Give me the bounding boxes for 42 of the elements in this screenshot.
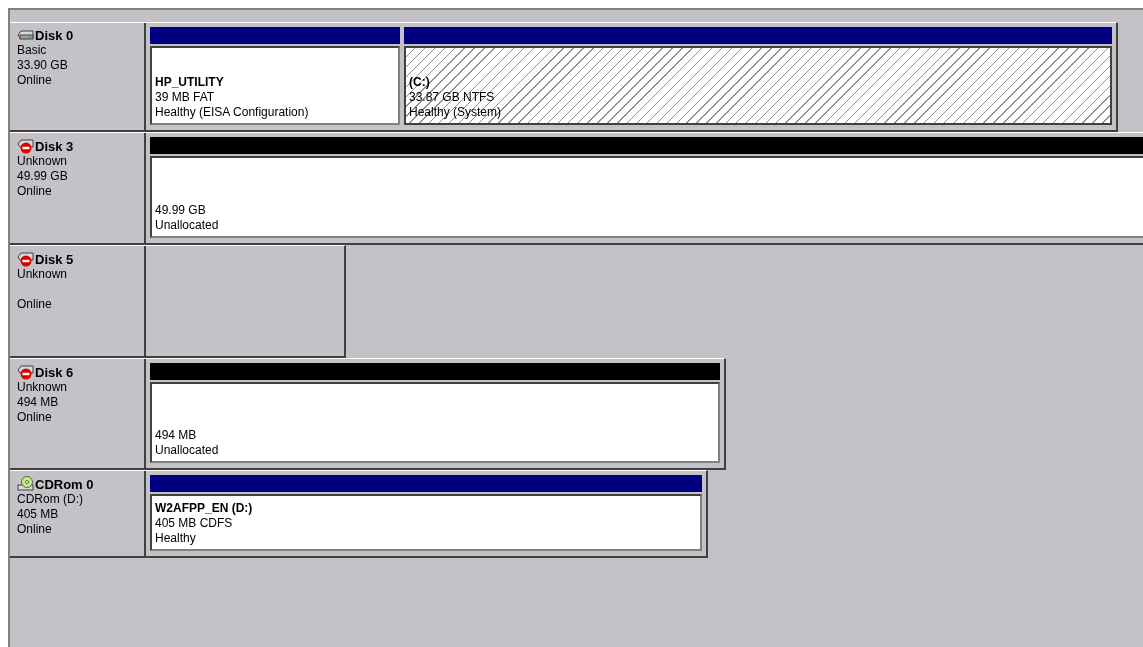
disk-size: 49.99 GB bbox=[17, 169, 69, 184]
disk-status: Online bbox=[17, 410, 53, 425]
cdrom-icon bbox=[17, 476, 35, 492]
disk-status: Online bbox=[17, 522, 53, 537]
partition-status: Unallocated bbox=[155, 218, 219, 233]
partition-box[interactable]: HP_UTILITY 39 MB FAT Healthy (EISA Configuration) bbox=[150, 46, 400, 125]
partition-size: 39 MB FAT bbox=[155, 90, 215, 105]
disk-name: Disk 3 bbox=[35, 138, 74, 154]
disk-stop-icon bbox=[17, 138, 35, 154]
partition-box[interactable]: W2AFPP_EN (D:) 405 MB CDFS Healthy bbox=[150, 494, 702, 551]
disk-name: Disk 5 bbox=[35, 251, 74, 267]
partition-box[interactable]: (C:) 33.87 GB NTFS Healthy (System) bbox=[404, 46, 1112, 125]
partition-size: 494 MB bbox=[155, 428, 197, 443]
disk-name: Disk 0 bbox=[35, 28, 74, 43]
disk-size: 33.90 GB bbox=[17, 58, 69, 73]
disk-type: Basic bbox=[17, 43, 48, 58]
disk-type: Unknown bbox=[17, 380, 69, 395]
volume-name: HP_UTILITY bbox=[155, 75, 224, 90]
partition-status: Healthy bbox=[155, 531, 196, 546]
disk-icon bbox=[17, 28, 35, 43]
disk-type: Unknown bbox=[17, 154, 69, 169]
disk-type: CDRom (D:) bbox=[17, 492, 84, 507]
partition-size: 33.87 GB NTFS bbox=[409, 90, 495, 105]
disk-status: Online bbox=[17, 184, 53, 199]
partition-size: 49.99 GB bbox=[155, 203, 206, 218]
partition-status: Unallocated bbox=[155, 443, 219, 458]
disk-type: Unknown bbox=[17, 267, 69, 282]
partition-box[interactable]: 49.99 GB Unallocated bbox=[150, 156, 1143, 238]
disk-name: Disk 6 bbox=[35, 364, 74, 380]
disk-size: 405 MB bbox=[17, 507, 60, 522]
partition-status: Healthy (System) bbox=[409, 105, 502, 120]
disk-status: Online bbox=[17, 297, 53, 312]
disk-stop-icon bbox=[17, 364, 35, 380]
volume-name: W2AFPP_EN (D:) bbox=[155, 501, 253, 516]
disk-status: Online bbox=[17, 73, 53, 88]
partition-box[interactable]: 494 MB Unallocated bbox=[150, 382, 720, 463]
partition-status: Healthy (EISA Configuration) bbox=[155, 105, 309, 120]
disk-size: 494 MB bbox=[17, 395, 60, 410]
volume-name: (C:) bbox=[409, 75, 430, 90]
partition-size: 405 MB CDFS bbox=[155, 516, 233, 531]
disk-name: CDRom 0 bbox=[35, 476, 94, 492]
disk-stop-icon bbox=[17, 251, 35, 267]
